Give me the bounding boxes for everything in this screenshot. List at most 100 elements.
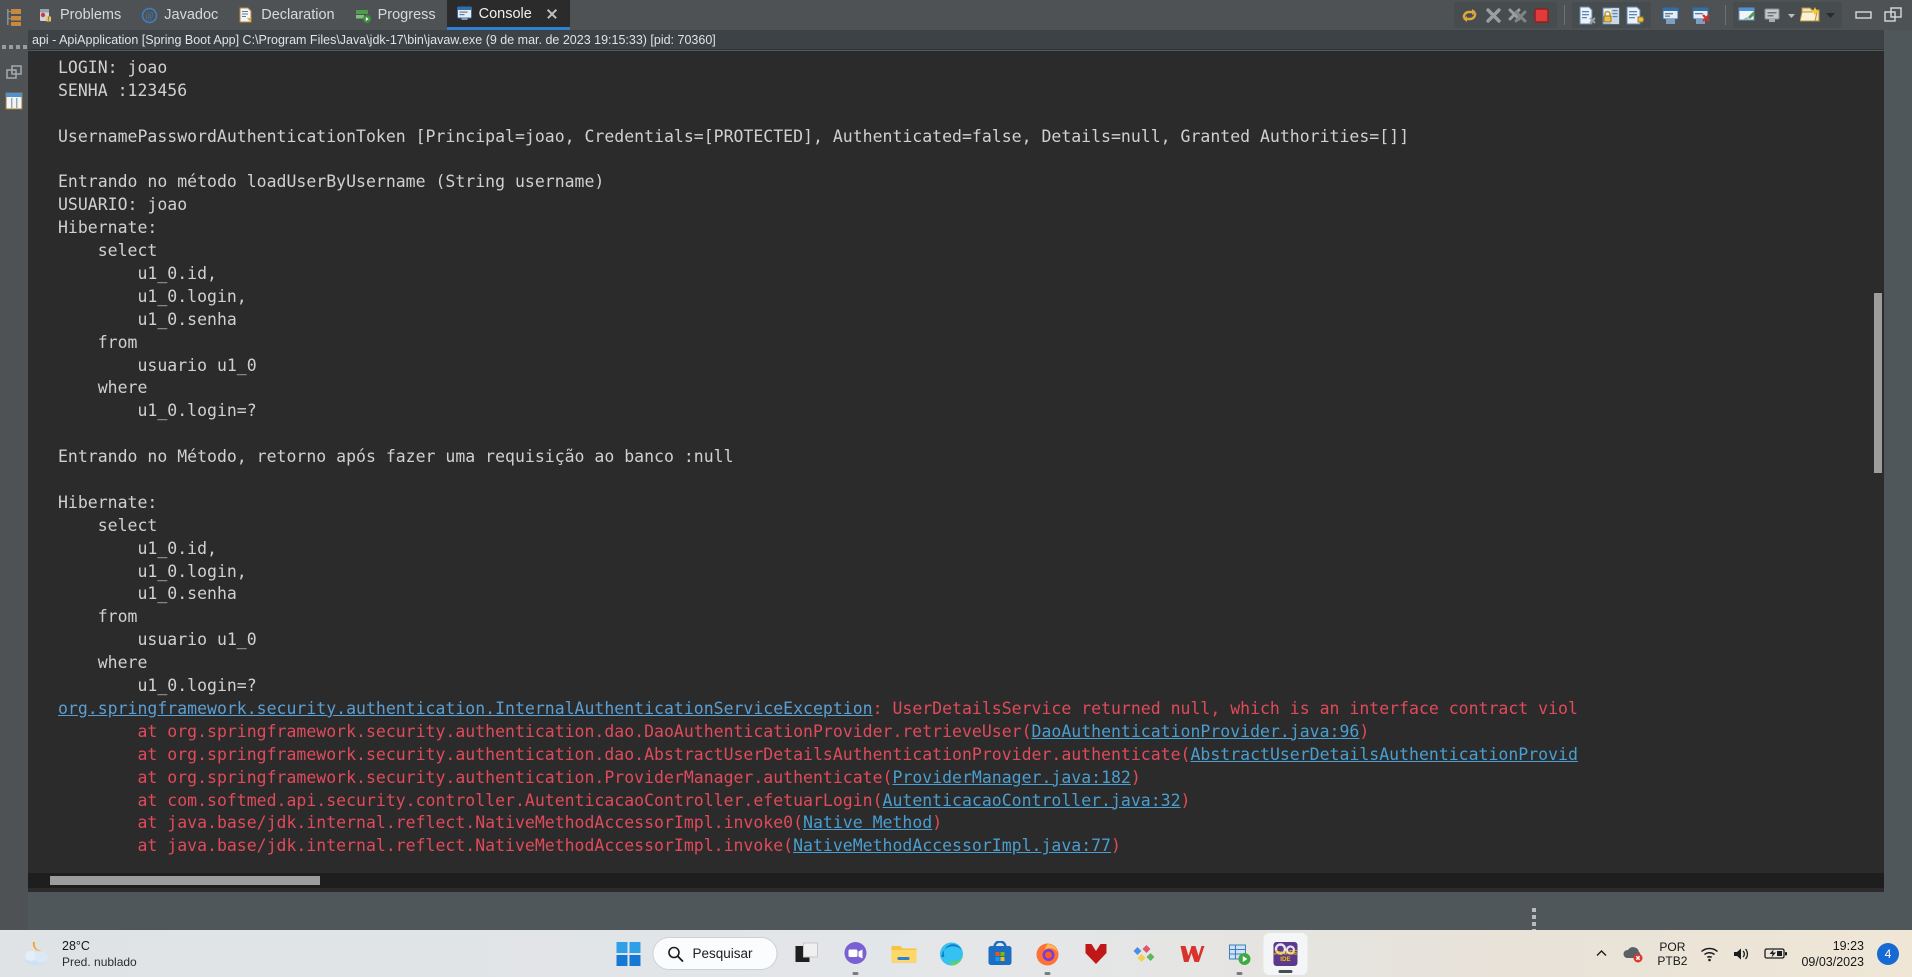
- remove-launch-icon[interactable]: [1577, 5, 1598, 26]
- console-line: u1_0.id,: [58, 264, 217, 284]
- relaunch-icon[interactable]: [1459, 5, 1480, 26]
- scroll-lock-icon[interactable]: [1625, 5, 1646, 26]
- console-text: LOGIN: joao SENHA :123456 UsernamePasswor…: [28, 57, 1578, 858]
- taskbar-app-eclipse-java-ee-ide[interactable]: Java EE IDE: [1263, 932, 1308, 975]
- console-line: select: [58, 241, 158, 261]
- pin-console-icon[interactable]: [1692, 5, 1713, 26]
- taskbar-app-microsoft-edge[interactable]: [928, 930, 976, 977]
- taskbar-search-box[interactable]: Pesquisar: [652, 937, 778, 970]
- console-exception-line[interactable]: org.springframework.security.authenticat…: [58, 698, 1578, 721]
- console-line: u1_0.senha: [58, 309, 237, 329]
- close-icon[interactable]: [545, 7, 559, 21]
- tab-javadoc-label: Javadoc: [164, 7, 219, 23]
- taskbar-app-wps-office[interactable]: [1120, 930, 1168, 977]
- taskbar-app-wps-writer[interactable]: [1168, 930, 1216, 977]
- console-stack-line[interactable]: at org.springframework.security.authenti…: [58, 767, 1578, 790]
- tab-declaration[interactable]: Declaration: [229, 0, 345, 30]
- console-line: u1_0.login=?: [58, 401, 257, 421]
- toolbar-group-console: [1572, 2, 1651, 28]
- clock-date: 09/03/2023: [1801, 954, 1864, 969]
- toolbar-group-terminate: [1454, 2, 1557, 28]
- weather-temperature: 28°C: [62, 938, 90, 953]
- taskbar-app-firefox[interactable]: [1024, 930, 1072, 977]
- terminate-all-icon[interactable]: [1507, 5, 1528, 26]
- taskbar-app-task-view[interactable]: [784, 930, 832, 977]
- display-selected-console-icon[interactable]: [1662, 5, 1683, 26]
- language-indicator[interactable]: POR PTB2: [1657, 940, 1687, 968]
- toolbar-group-window: [1845, 5, 1912, 26]
- outline-view-icon[interactable]: [0, 0, 28, 34]
- lock-scroll-icon[interactable]: [1601, 5, 1622, 26]
- toolbar-group-display: [1654, 5, 1721, 26]
- console-stack-line[interactable]: at java.base/jdk.internal.reflect.Native…: [58, 812, 1578, 835]
- restore-panel-icon[interactable]: [0, 60, 28, 86]
- console-view-icon[interactable]: [0, 86, 28, 116]
- tab-console[interactable]: Console: [446, 0, 570, 30]
- windows-start-button[interactable]: [604, 930, 652, 977]
- console-line: select: [58, 515, 158, 535]
- console-bottom-edge: [28, 888, 1884, 892]
- tab-console-label: Console: [478, 5, 532, 22]
- maximize-icon[interactable]: [1883, 5, 1904, 26]
- open-console-icon[interactable]: [1738, 5, 1759, 26]
- terminate-icon[interactable]: [1483, 5, 1504, 26]
- volume-icon[interactable]: [1732, 946, 1751, 962]
- open-console-dropdown-icon[interactable]: [1762, 5, 1783, 26]
- taskbar-app-microsoft-store[interactable]: [976, 930, 1024, 977]
- taskbar-center-group: Pesquisar Java EE IDE: [604, 930, 1308, 977]
- taskbar-search-label: Pesquisar: [692, 946, 753, 961]
- new-console-icon[interactable]: [1800, 5, 1821, 26]
- console-stack-line[interactable]: at java.base/jdk.internal.reflect.Native…: [58, 835, 1578, 858]
- svg-text:@: @: [146, 10, 154, 20]
- console-stack-line[interactable]: at org.springframework.security.authenti…: [58, 721, 1578, 744]
- console-line: u1_0.senha: [58, 584, 237, 604]
- progress-icon: [355, 7, 372, 24]
- stop-icon[interactable]: [1531, 5, 1552, 26]
- onedrive-error-icon[interactable]: [1622, 945, 1644, 963]
- toolbar-separator: [1564, 5, 1565, 25]
- console-vertical-scrollbar-thumb[interactable]: [1874, 293, 1882, 473]
- battery-charging-icon[interactable]: [1764, 946, 1788, 961]
- console-horizontal-scrollbar-thumb[interactable]: [50, 876, 320, 885]
- console-toolbar: [1451, 0, 1912, 30]
- console-line: u1_0.login=?: [58, 676, 257, 696]
- taskbar-app-teams[interactable]: [832, 930, 880, 977]
- declaration-icon: [238, 7, 255, 24]
- partly-cloudy-night-icon: [22, 940, 53, 967]
- taskbar-app-mcafee[interactable]: [1072, 930, 1120, 977]
- console-line: u1_0.id,: [58, 538, 217, 558]
- notification-badge[interactable]: 4: [1877, 942, 1899, 965]
- wifi-icon[interactable]: [1700, 946, 1719, 962]
- language-line-1: POR: [1659, 939, 1686, 954]
- console-output-area[interactable]: LOGIN: joao SENHA :123456 UsernamePasswor…: [28, 51, 1884, 888]
- taskbar-app-dbeaver[interactable]: [1216, 930, 1264, 977]
- tab-javadoc[interactable]: @ Javadoc: [132, 0, 229, 30]
- clock-time: 19:23: [1832, 938, 1864, 953]
- weather-widget[interactable]: 28°C Pred. nublado: [22, 938, 137, 970]
- console-stack-line[interactable]: at org.springframework.security.authenti…: [58, 744, 1577, 767]
- system-tray: POR PTB2 19:23 09/03/2023 4: [1594, 938, 1912, 970]
- language-line-2: PTB2: [1657, 953, 1688, 968]
- tab-problems[interactable]: ! Problems: [28, 0, 132, 30]
- tab-problems-label: Problems: [60, 7, 122, 23]
- console-line: Hibernate:: [58, 492, 168, 512]
- clock[interactable]: 19:23 09/03/2023: [1801, 938, 1864, 970]
- console-line: where: [58, 653, 148, 673]
- new-console-dropdown-icon[interactable]: [1824, 5, 1837, 26]
- taskbar-app-file-explorer[interactable]: [880, 930, 928, 977]
- windows-taskbar: 28°C Pred. nublado Pesquisar Java EE IDE…: [0, 930, 1912, 977]
- toolbar-group-open: [1733, 2, 1842, 28]
- view-tab-bar: ! Problems @ Javadoc Declaration Progres…: [28, 0, 1912, 30]
- console-line: Entrando no método loadUserByUsername (S…: [58, 172, 605, 192]
- search-icon: [667, 946, 684, 962]
- chevron-down-icon[interactable]: [1786, 5, 1797, 26]
- minimize-icon[interactable]: [1853, 5, 1874, 26]
- console-line: from: [58, 332, 138, 352]
- console-stack-line[interactable]: at com.softmed.api.security.controller.A…: [58, 790, 1578, 813]
- show-hidden-icons-chevron[interactable]: [1594, 946, 1609, 961]
- console-line: LOGIN: joao: [58, 58, 168, 77]
- tab-progress[interactable]: Progress: [346, 0, 447, 30]
- console-line: UsernamePasswordAuthenticationToken [Pri…: [58, 126, 1410, 146]
